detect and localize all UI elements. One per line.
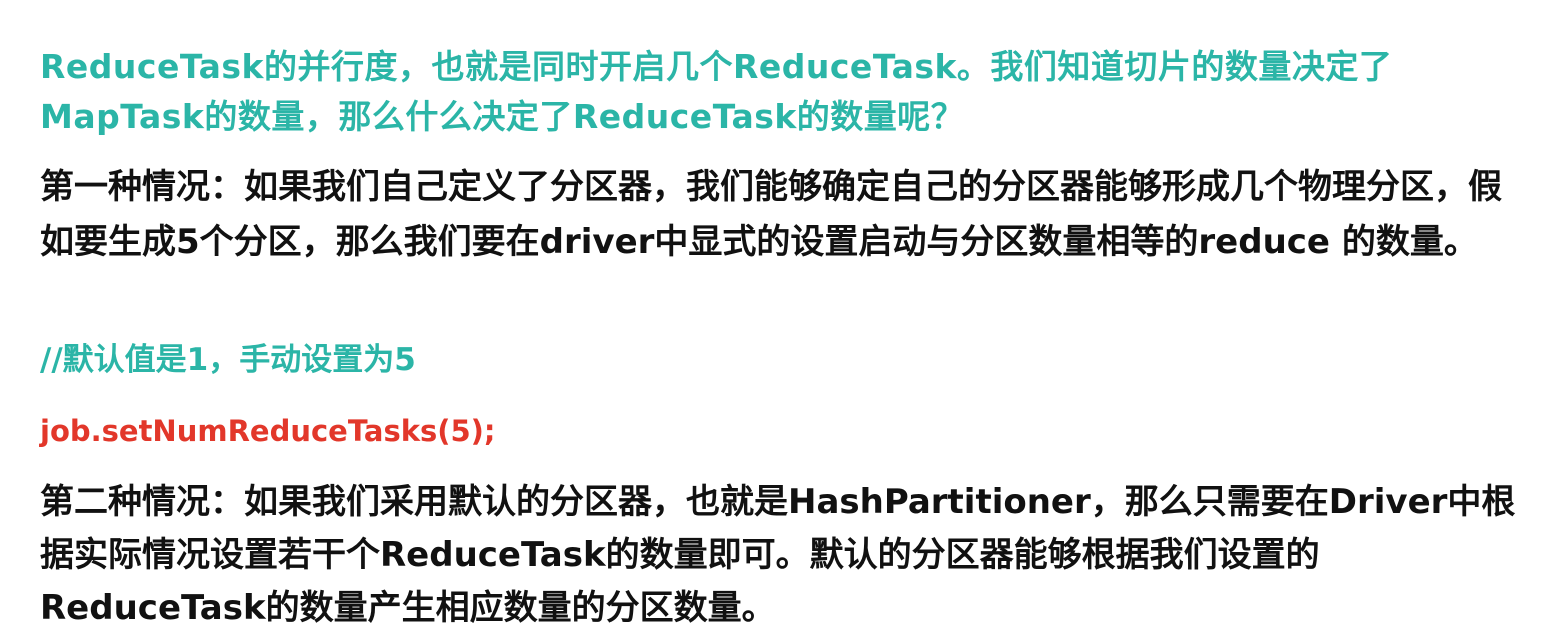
case-two-text: 第二种情况：如果我们采用默认的分区器，也就是HashPartitioner，那么… xyxy=(40,482,1516,628)
code-comment: //默认值是1，手动设置为5 xyxy=(40,342,416,378)
question-text: ReduceTask的并行度，也就是同时开启几个ReduceTask。我们知道切… xyxy=(40,47,1393,136)
case-one-text: 第一种情况：如果我们自己定义了分区器，我们能够确定自己的分区器能够形成几个物理分… xyxy=(40,167,1502,262)
slide: ReduceTask的并行度，也就是同时开启几个ReduceTask。我们知道切… xyxy=(0,0,1562,641)
code-line: job.setNumReduceTasks(5); xyxy=(40,414,496,448)
